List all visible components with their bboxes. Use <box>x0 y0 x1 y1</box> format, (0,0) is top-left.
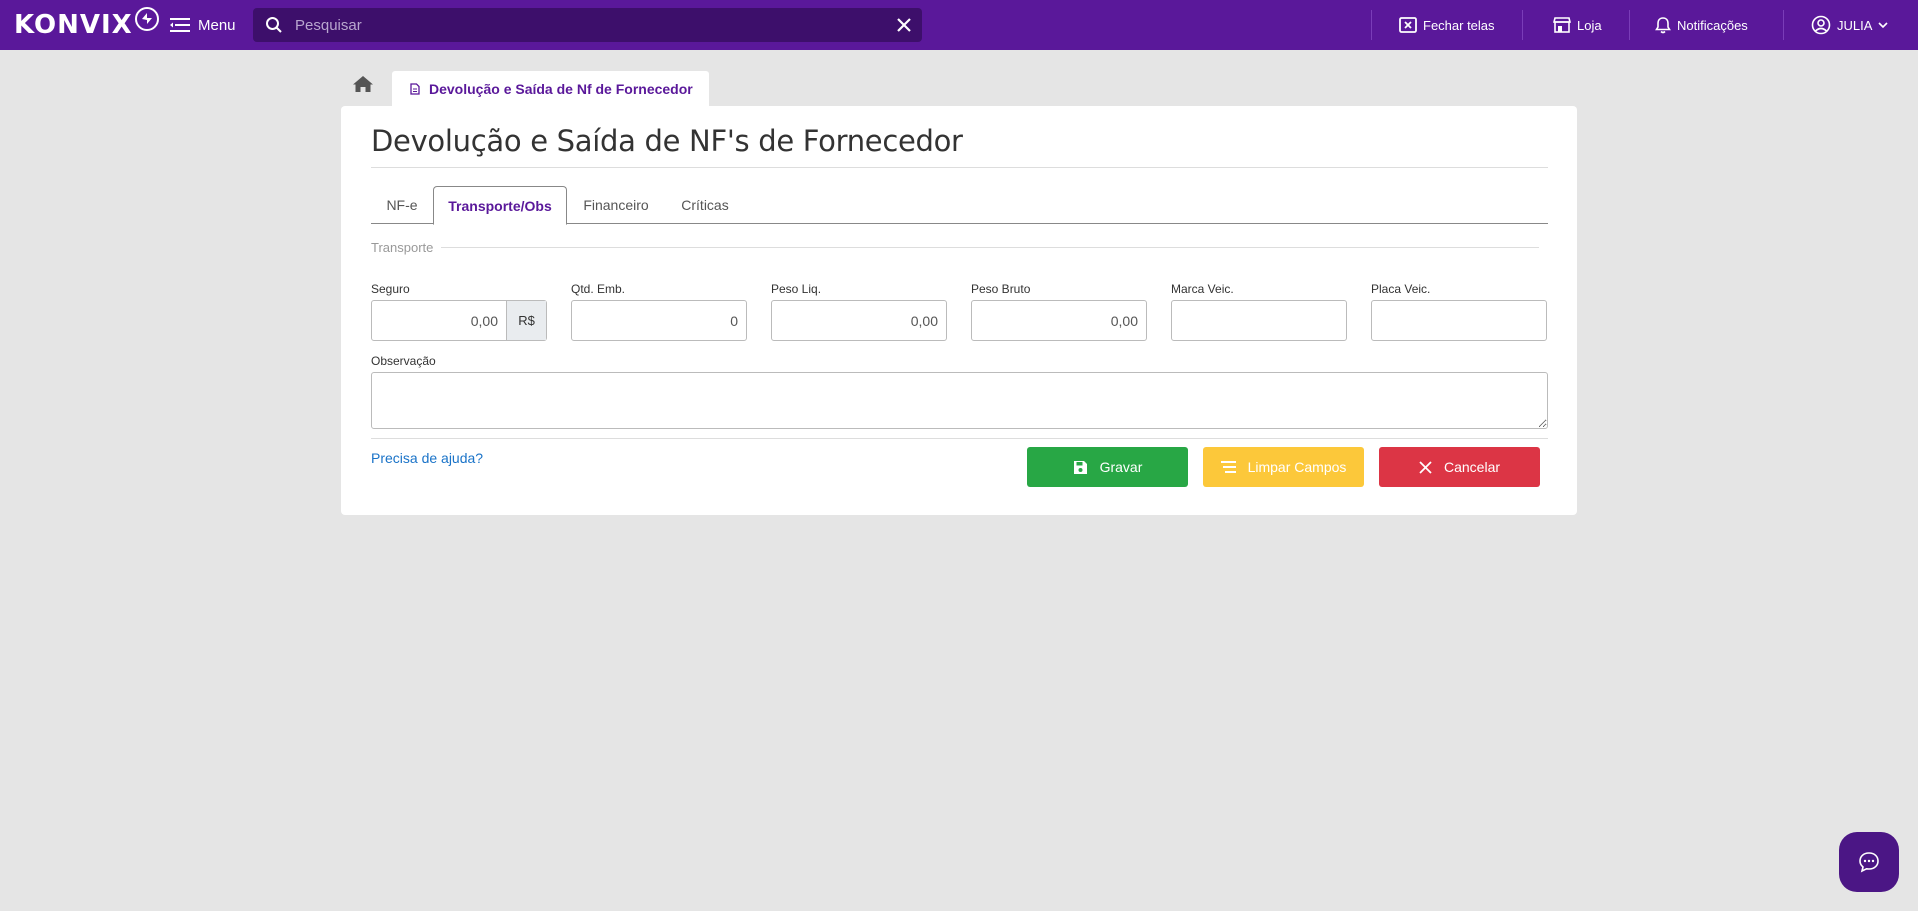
user-menu[interactable]: JULIA <box>1811 0 1888 50</box>
tab-financeiro[interactable]: Financeiro <box>567 186 665 224</box>
divider <box>371 438 1548 439</box>
peso-liq-field <box>771 300 947 341</box>
peso-liq-label: Peso Liq. <box>771 282 822 296</box>
search-icon <box>266 17 282 33</box>
document-icon <box>410 83 420 95</box>
home-tab[interactable] <box>352 75 380 101</box>
divider <box>1629 10 1630 40</box>
page-tab-label: Devolução e Saída de Nf de Fornecedor <box>429 81 693 97</box>
peso-liq-input[interactable] <box>772 301 946 340</box>
chat-button[interactable] <box>1839 832 1899 892</box>
marca-veic-field <box>1171 300 1347 341</box>
currency-addon: R$ <box>506 301 546 340</box>
chevron-down-icon <box>1878 22 1888 29</box>
notifications-label: Notificações <box>1677 17 1748 33</box>
tab-nfe[interactable]: NF-e <box>371 186 433 224</box>
top-bar: KONVIX Menu Pesquisar Fechar telas Loja … <box>0 0 1918 50</box>
divider <box>1783 10 1784 40</box>
qtd-emb-input[interactable] <box>572 301 746 340</box>
peso-bruto-label: Peso Bruto <box>971 282 1031 296</box>
chat-bubble-icon <box>1859 852 1879 873</box>
save-label: Gravar <box>1099 459 1143 475</box>
menu-label: Menu <box>198 16 236 34</box>
seguro-label: Seguro <box>371 282 410 296</box>
peso-bruto-input[interactable] <box>972 301 1146 340</box>
form-tabs: NF-e Transporte/Obs Financeiro Críticas <box>371 180 1548 225</box>
cancel-button[interactable]: Cancelar <box>1379 447 1540 487</box>
seguro-input[interactable] <box>372 301 506 340</box>
clear-search-icon[interactable] <box>894 15 914 35</box>
marca-veic-label: Marca Veic. <box>1171 282 1234 296</box>
placa-veic-label: Placa Veic. <box>1371 282 1431 296</box>
open-page-tab[interactable]: Devolução e Saída de Nf de Fornecedor <box>392 71 709 107</box>
clear-lines-icon <box>1220 461 1236 473</box>
qtd-emb-field <box>571 300 747 341</box>
peso-bruto-field <box>971 300 1147 341</box>
section-legend: Transporte <box>371 240 1539 255</box>
store-label: Loja <box>1577 17 1602 33</box>
qtd-emb-label: Qtd. Emb. <box>571 282 626 296</box>
close-window-icon <box>1399 17 1417 33</box>
menu-button[interactable]: Menu <box>170 12 236 38</box>
divider <box>371 167 1548 168</box>
tab-transporte-obs[interactable]: Transporte/Obs <box>433 186 567 225</box>
user-avatar-icon <box>1811 15 1831 35</box>
divider <box>1371 10 1372 40</box>
home-icon <box>353 76 373 92</box>
logo-text: KONVIX <box>14 10 133 40</box>
divider <box>1522 10 1523 40</box>
store-button[interactable]: Loja <box>1553 0 1602 50</box>
search-input[interactable] <box>295 16 885 34</box>
close-icon <box>1419 460 1432 474</box>
clear-fields-label: Limpar Campos <box>1247 459 1347 475</box>
placa-veic-input[interactable] <box>1372 301 1546 340</box>
konvix-logo[interactable]: KONVIX <box>14 7 159 40</box>
seguro-field: R$ <box>371 300 547 341</box>
marca-veic-input[interactable] <box>1172 301 1346 340</box>
floppy-disk-icon <box>1073 460 1087 474</box>
menu-icon <box>170 18 190 32</box>
page-title: Devolução e Saída de NF's de Fornecedor <box>371 124 963 158</box>
bell-icon <box>1655 16 1671 33</box>
notifications-button[interactable]: Notificações <box>1655 0 1748 50</box>
save-button[interactable]: Gravar <box>1027 447 1188 487</box>
observacao-label: Observação <box>371 354 436 368</box>
observacao-textarea[interactable] <box>371 372 1548 429</box>
user-label: JULIA <box>1837 17 1873 33</box>
search-bar <box>253 8 922 42</box>
tab-criticas[interactable]: Críticas <box>665 186 745 224</box>
help-link[interactable]: Precisa de ajuda? <box>371 450 483 466</box>
main-card: Devolução e Saída de NF's de Fornecedor … <box>341 106 1577 515</box>
close-screens-button[interactable]: Fechar telas <box>1399 0 1495 50</box>
placa-veic-field <box>1371 300 1547 341</box>
cancel-label: Cancelar <box>1443 459 1501 475</box>
section-legend-label: Transporte <box>371 240 434 255</box>
clear-fields-button[interactable]: Limpar Campos <box>1203 447 1364 487</box>
store-icon <box>1553 17 1571 33</box>
close-screens-label: Fechar telas <box>1423 17 1495 33</box>
logo-mark-icon <box>134 7 159 31</box>
